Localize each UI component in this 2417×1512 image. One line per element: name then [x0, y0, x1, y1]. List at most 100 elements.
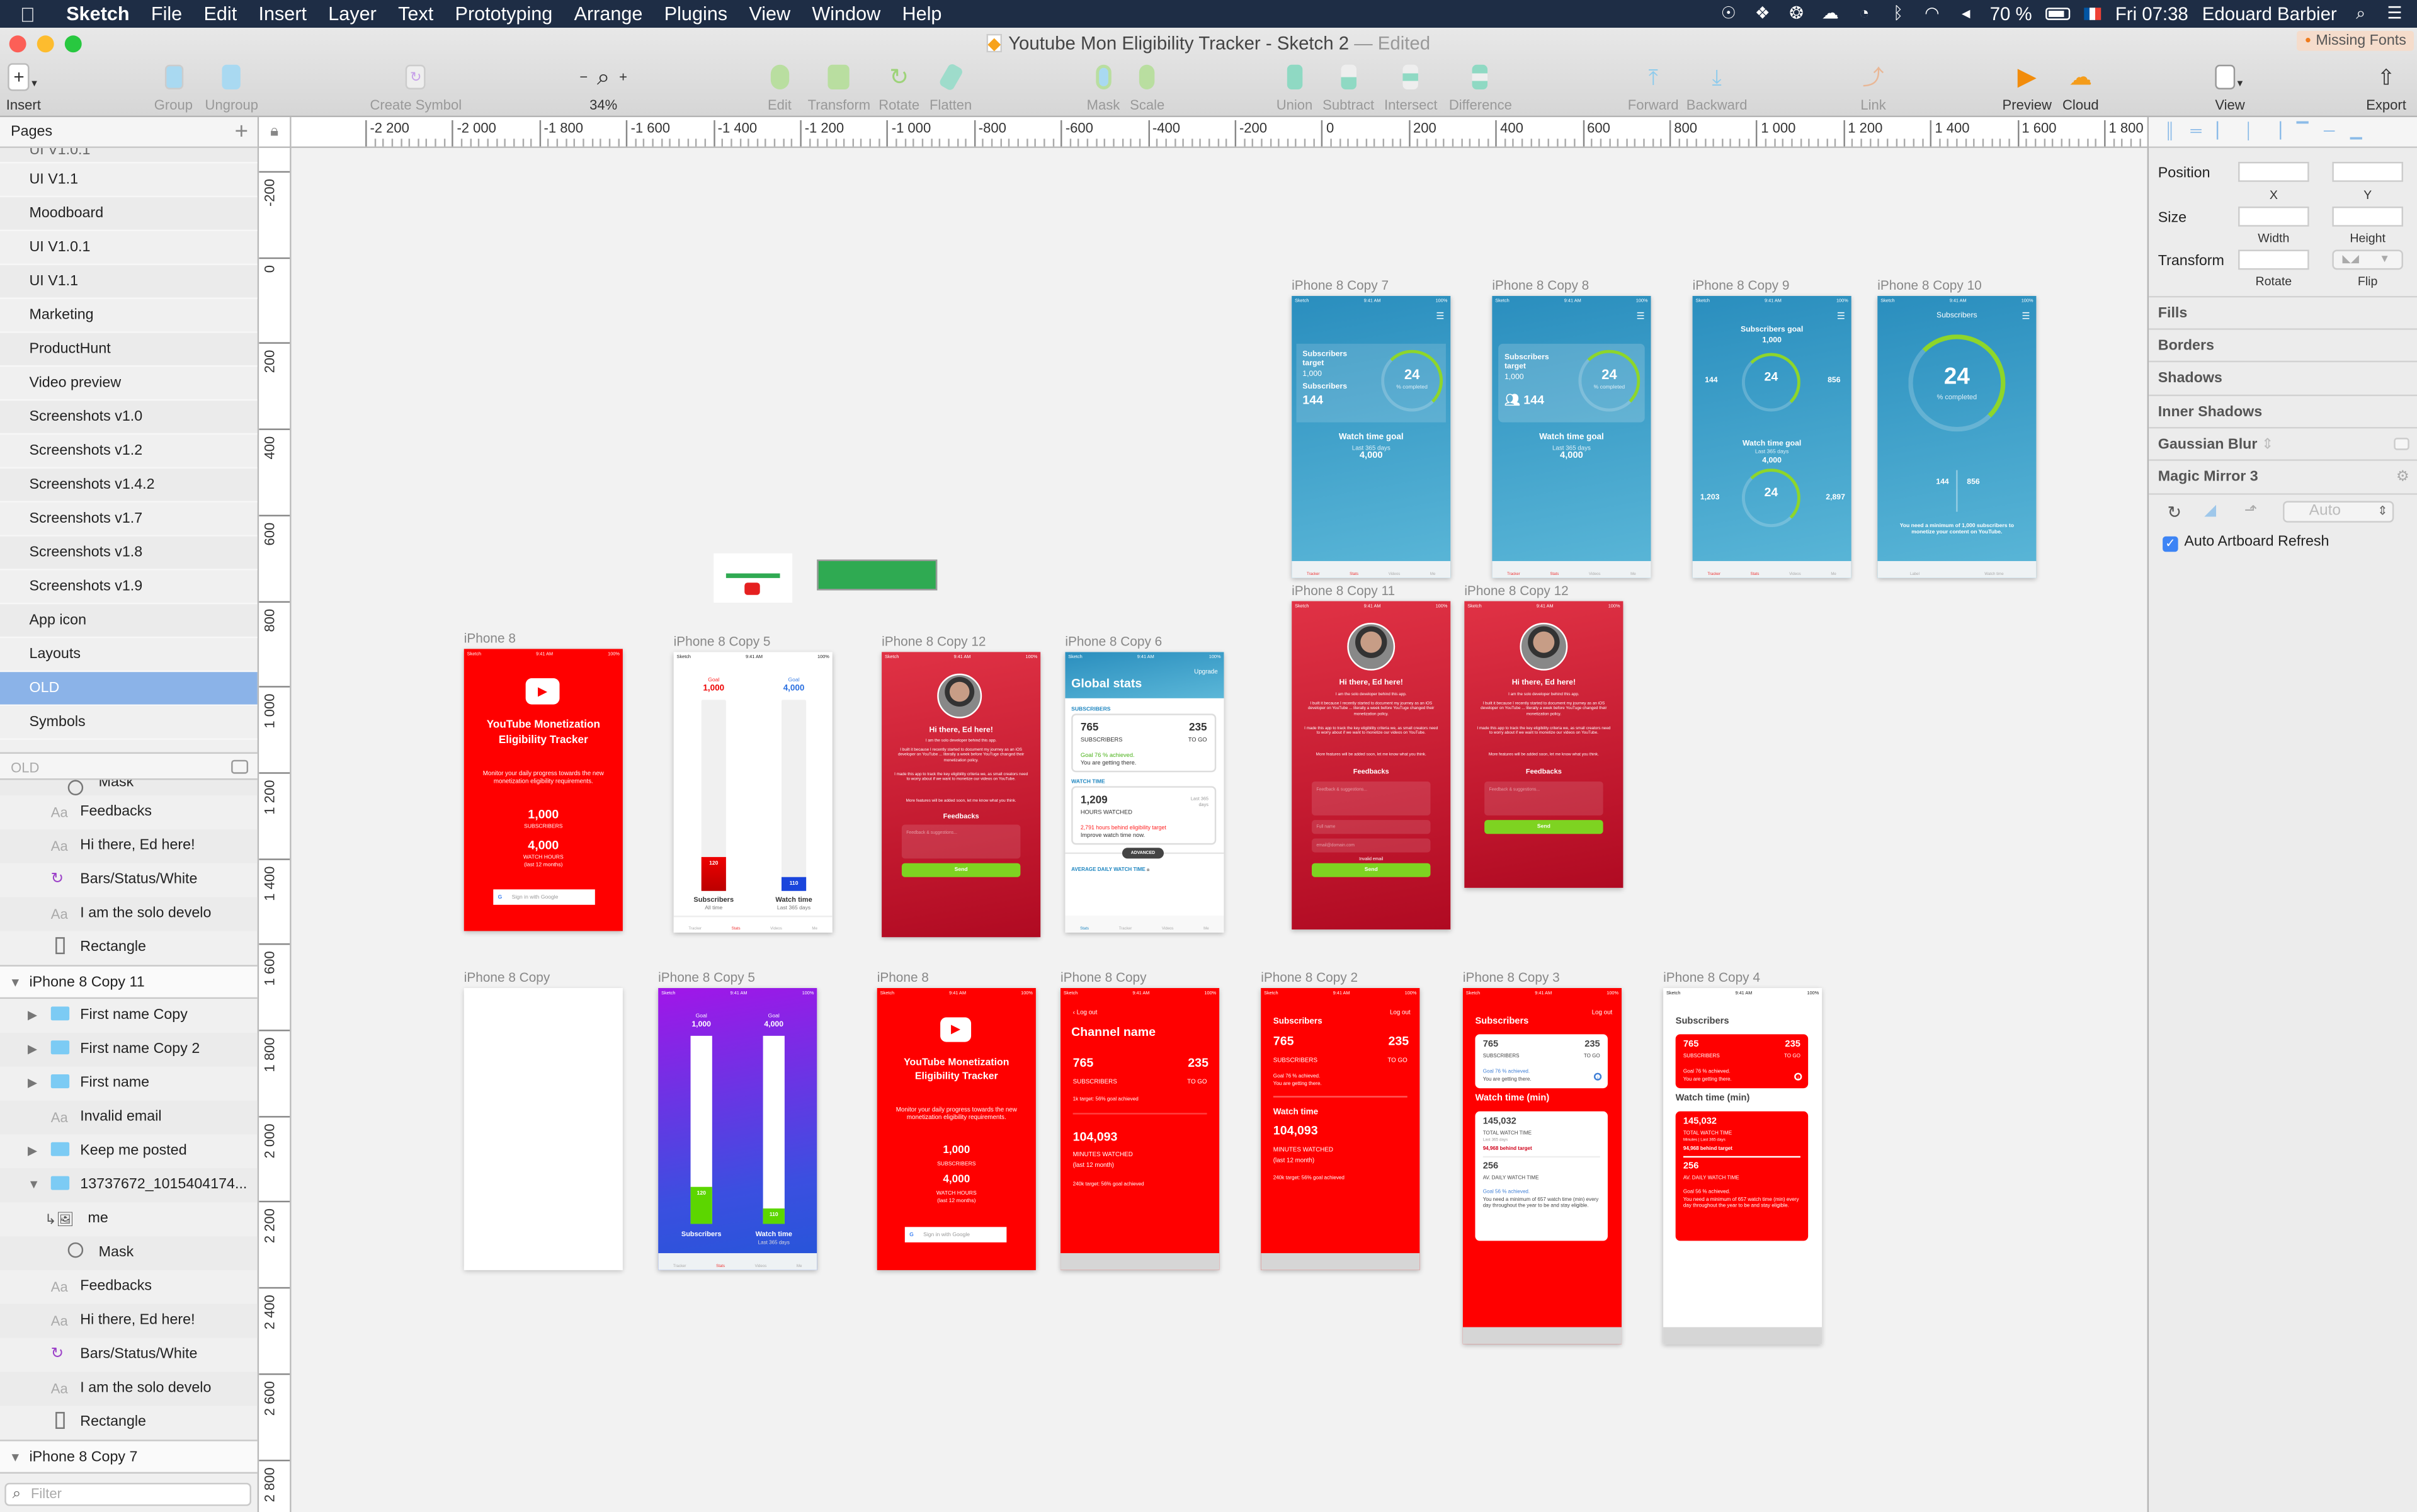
layer-artboard[interactable]: ▼ iPhone 8 Copy 7: [0, 1440, 258, 1474]
page-item[interactable]: Symbols: [0, 706, 258, 740]
checkbox-checked-icon[interactable]: ✓: [2163, 536, 2178, 552]
google-signin-button[interactable]: G Sign in with Google: [493, 889, 595, 905]
send-button[interactable]: Send: [1311, 863, 1431, 877]
artboard-copy-channel[interactable]: iPhone 8 Copy Sketch 9:41 AM 100% ‹ Log ou…: [1061, 970, 1220, 1270]
logout-link[interactable]: Log out: [1592, 1008, 1613, 1016]
layer-item[interactable]: ▶ First name: [0, 1067, 258, 1101]
menu-file[interactable]: File: [151, 3, 182, 25]
layer-filter-input[interactable]: Filter: [4, 1482, 251, 1506]
page-item[interactable]: Moodboard: [0, 197, 258, 232]
artboard-copy7[interactable]: iPhone 8 Copy 7 Sketch 9:41 AM 100% ☰ Subs…: [1292, 278, 1451, 578]
page-item[interactable]: Layouts: [0, 638, 258, 673]
zoom-out-icon[interactable]: −: [579, 69, 588, 84]
menu-window[interactable]: Window: [812, 3, 880, 25]
subtract-button[interactable]: Subtract: [1322, 62, 1374, 113]
height-input[interactable]: [2332, 206, 2403, 227]
link-button[interactable]: ⤴ Link: [1860, 62, 1885, 113]
creative-cloud-icon[interactable]: ☉: [1719, 4, 1739, 23]
artboard-copy2[interactable]: iPhone 8 Copy 2 Sketch 9:41 AM 100% Log ou…: [1261, 970, 1420, 1270]
page-item[interactable]: UI V1.0.1: [0, 147, 258, 164]
feedback-textarea[interactable]: Feedback & suggestions...: [1484, 781, 1603, 816]
hamburger-menu-icon[interactable]: ☰: [1837, 311, 1845, 322]
page-item[interactable]: Screenshots v1.2: [0, 435, 258, 469]
zoom-in-icon[interactable]: +: [619, 69, 627, 84]
disclosure-closed-icon[interactable]: ▶: [28, 1135, 37, 1169]
artboard-label[interactable]: iPhone 8 Copy: [1061, 970, 1146, 985]
page-item[interactable]: UI V1.0.1: [0, 231, 258, 266]
zoom-control[interactable]: − ⌕ +34%: [579, 62, 627, 113]
gaussian-blur-toggle[interactable]: [2394, 438, 2409, 450]
page-item[interactable]: App icon: [0, 604, 258, 639]
rotate-input[interactable]: [2238, 249, 2309, 270]
artboard-copy12b[interactable]: iPhone 8 Copy 12 Sketch 9:41 AM 100% Hi th…: [1464, 583, 1624, 888]
artboard-label[interactable]: iPhone 8 Copy 3: [1463, 970, 1560, 985]
artboard-label[interactable]: iPhone 8 Copy: [464, 970, 550, 985]
layer-list[interactable]: Mask Aa Feedbacks Aa Hi there, Ed here! ↻ Bars…: [0, 780, 258, 1477]
canvas[interactable]: iPhone 8 Copy 7 Sketch 9:41 AM 100% ☰ Subs…: [291, 149, 2147, 1512]
artboard-label[interactable]: iPhone 8 Copy 12: [1464, 583, 1568, 598]
menu-text[interactable]: Text: [398, 3, 433, 25]
layer-item[interactable]: Rectangle: [0, 1406, 258, 1440]
x-input[interactable]: [2238, 162, 2309, 182]
page-item[interactable]: UI V1.1: [0, 163, 258, 198]
tab-me[interactable]: Me: [1831, 572, 1836, 576]
full-name-input[interactable]: Full name: [1311, 820, 1431, 834]
difference-button[interactable]: Difference: [1449, 62, 1512, 113]
layer-item[interactable]: ▶ Keep me posted: [0, 1135, 258, 1169]
tab-me[interactable]: Me: [797, 1264, 802, 1268]
backward-button[interactable]: ⤓ Backward: [1686, 62, 1748, 113]
rotate-artboard-icon[interactable]: ⬏: [2244, 503, 2257, 520]
tab-label[interactable]: Label: [1910, 572, 1919, 576]
logout-link[interactable]: ‹ Log out: [1073, 1008, 1098, 1016]
artboard-copy3[interactable]: iPhone 8 Copy 3 Sketch 9:41 AM 100% Log ou…: [1462, 970, 1622, 1344]
artboard-copy5-purple[interactable]: iPhone 8 Copy 5 Sketch 9:41 AM 100% Goal 1…: [658, 970, 817, 1270]
page-item[interactable]: Video preview: [0, 367, 258, 401]
menu-insert[interactable]: Insert: [258, 3, 307, 25]
logout-link[interactable]: Log out: [1390, 1008, 1411, 1016]
menu-help[interactable]: Help: [902, 3, 942, 25]
artboard-copy9[interactable]: iPhone 8 Copy 9 Sketch 9:41 AM 100% ☰ Subs…: [1692, 278, 1851, 578]
upgrade-link[interactable]: Upgrade: [1194, 668, 1218, 675]
page-item[interactable]: Marketing: [0, 299, 258, 333]
layer-item[interactable]: ▶ First name Copy 2: [0, 1032, 258, 1067]
borders-section[interactable]: Borders: [2149, 328, 2417, 360]
feedback-textarea[interactable]: Feedback & suggestions...: [901, 824, 1021, 859]
advanced-toggle[interactable]: ADVANCED: [1122, 848, 1164, 859]
align-top-icon[interactable]: ▔: [2297, 123, 2309, 140]
y-input[interactable]: [2332, 162, 2403, 182]
artboard-copy10[interactable]: iPhone 8 Copy 10 Sketch 9:41 AM 100% Subsc…: [1877, 278, 2037, 578]
layer-item[interactable]: Mask: [0, 1236, 258, 1270]
page-item[interactable]: Screenshots v1.0: [0, 401, 258, 435]
menu-prototyping[interactable]: Prototyping: [455, 3, 553, 25]
tab-videos[interactable]: Videos: [770, 926, 782, 931]
notification-artboard[interactable]: [714, 553, 793, 603]
tab-me[interactable]: Me: [812, 926, 817, 931]
layer-item[interactable]: ↻ Bars/Status/White: [0, 1338, 258, 1372]
notification-center-icon[interactable]: ☰: [2385, 4, 2405, 23]
artboard-copy5[interactable]: iPhone 8 Copy 5 Sketch 9:41 AM 100% Goal 1…: [673, 634, 833, 933]
align-center-icon[interactable]: │: [2244, 123, 2254, 140]
tab-stats[interactable]: Stats: [1350, 572, 1358, 576]
align-right-icon[interactable]: ▕: [2269, 123, 2281, 140]
ungroup-button[interactable]: Ungroup: [205, 62, 258, 113]
bluetooth-icon[interactable]: ᛒ: [1888, 4, 1908, 23]
tab-videos[interactable]: Videos: [1162, 926, 1174, 931]
tab-tracker[interactable]: Tracker: [673, 1264, 686, 1268]
tab-videos[interactable]: Videos: [1789, 572, 1801, 576]
disclosure-closed-icon[interactable]: ▶: [28, 1067, 37, 1101]
artboard-label[interactable]: iPhone 8 Copy 4: [1663, 970, 1760, 985]
volume-icon[interactable]: ◂: [1956, 4, 1976, 23]
send-button[interactable]: Send: [901, 863, 1021, 877]
tab-stats[interactable]: Stats: [716, 1264, 725, 1268]
artboard-label[interactable]: iPhone 8 Copy 10: [1877, 278, 1981, 293]
page-list[interactable]: UI V1.0.1 UI V1.1 Moodboard UI V1.0.1 UI V1.…: [0, 147, 258, 752]
artboard-label[interactable]: iPhone 8 Copy 8: [1492, 278, 1589, 293]
add-page-icon[interactable]: +: [235, 117, 248, 148]
tab-videos[interactable]: Videos: [755, 1264, 767, 1268]
artboard-label[interactable]: iPhone 8 Copy 5: [674, 634, 771, 649]
cloud-button[interactable]: ☁ Cloud: [2062, 62, 2099, 113]
tab-stats[interactable]: Stats: [1080, 926, 1089, 931]
disclosure-open-icon[interactable]: ▼: [9, 1441, 21, 1472]
page-item[interactable]: Screenshots v1.9: [0, 571, 258, 605]
artboard-copy12[interactable]: iPhone 8 Copy 12 Sketch 9:41 AM 100% Hi th…: [882, 634, 1041, 938]
